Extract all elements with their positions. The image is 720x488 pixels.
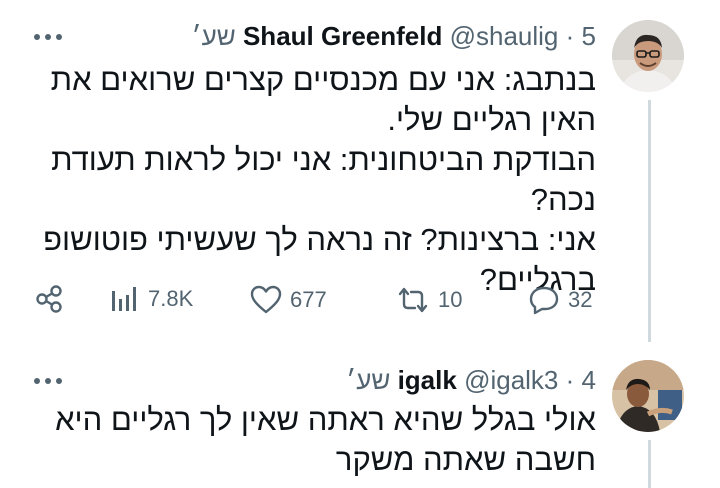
more-options-button[interactable] — [30, 370, 70, 390]
separator: · — [565, 365, 575, 395]
share-nodes-icon — [36, 285, 62, 313]
retweet-button[interactable]: 10 — [396, 285, 462, 315]
thread-line — [648, 440, 651, 488]
views-button[interactable]: 7.8K — [110, 285, 193, 313]
tweet-actions: 7.8K 677 10 32 — [0, 282, 720, 318]
author-name[interactable]: igalk — [398, 365, 457, 395]
tweet-1[interactable]: Shaul Greenfeld @shaulig · 5 שע׳ בנתבג: … — [0, 0, 720, 342]
avatar-shaul[interactable] — [612, 20, 684, 92]
tweet-text: אולי בגלל שהיא ראתה שאין לך רגליים היא ח… — [55, 402, 596, 477]
author-handle[interactable]: @igalk3 — [464, 365, 558, 395]
reply-bubble-icon — [529, 286, 559, 315]
more-options-button[interactable] — [30, 26, 70, 46]
tweet-text: בנתבג: אני עם מכנסיים קצרים שרואים את הא… — [43, 62, 596, 297]
avatar-igalk[interactable] — [612, 360, 684, 432]
tweet-header: Shaul Greenfeld @shaulig · 5 שע׳ — [0, 20, 596, 52]
views-count: 7.8K — [148, 286, 194, 311]
reply-count: 32 — [568, 287, 593, 312]
separator: · — [565, 21, 575, 51]
author-handle[interactable]: @shaulig — [450, 21, 559, 51]
share-button[interactable] — [34, 284, 64, 314]
reply-button[interactable]: 32 — [528, 285, 592, 315]
like-button[interactable]: 677 — [250, 285, 327, 315]
like-count: 677 — [290, 287, 327, 312]
retweet-arrows-icon — [398, 287, 428, 313]
retweet-count: 10 — [438, 287, 463, 312]
author-name[interactable]: Shaul Greenfeld — [243, 21, 442, 51]
bar-chart-icon — [112, 287, 136, 311]
tweet-header: igalk @igalk3 · 4 שע׳ — [0, 364, 596, 396]
heart-icon — [250, 285, 282, 314]
tweet-2[interactable]: igalk @igalk3 · 4 שע׳ אולי בגלל שהיא ראת… — [0, 344, 720, 488]
